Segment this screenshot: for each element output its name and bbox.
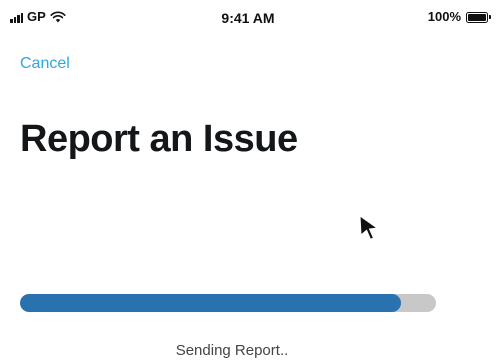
status-bar: GP 9:41 AM 100% (0, 0, 496, 40)
page-title: Report an Issue (20, 118, 298, 160)
cancel-button[interactable]: Cancel (20, 55, 70, 73)
status-time: 9:41 AM (221, 10, 275, 26)
battery-percent: 100% (427, 9, 461, 24)
mouse-cursor-icon (359, 214, 379, 240)
battery-icon (466, 11, 491, 23)
progress-bar (20, 294, 436, 312)
progress-status-text: Sending Report.. (175, 342, 289, 359)
progress-bar-fill (20, 294, 401, 312)
status-bar-right: 100% (427, 9, 491, 25)
